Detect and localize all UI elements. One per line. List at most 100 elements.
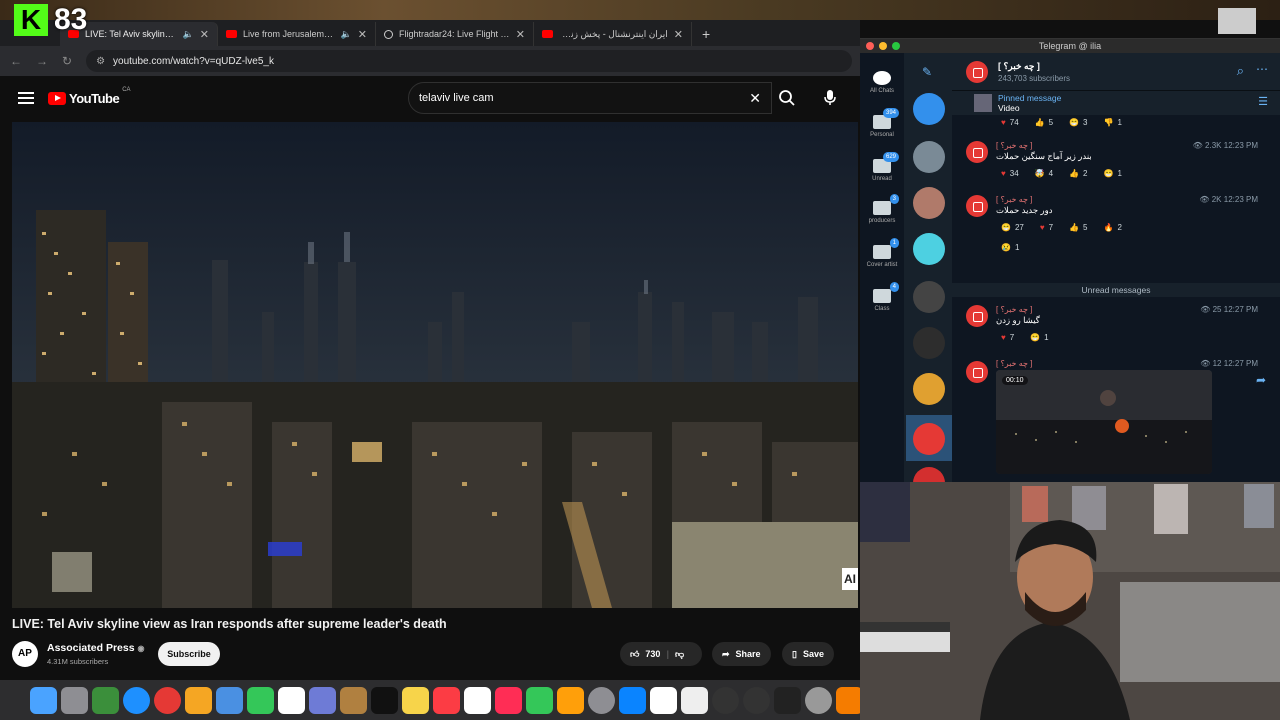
compose-icon[interactable]: ✎ <box>922 65 932 79</box>
reaction[interactable]: ♥ 7 <box>1035 221 1058 235</box>
reaction[interactable]: 🔥 2 <box>1099 221 1127 235</box>
disk-utility-icon[interactable] <box>805 686 832 714</box>
search-input[interactable]: telaviv live cam ✕ <box>408 82 772 114</box>
notes-icon[interactable] <box>402 686 429 714</box>
settings-icon[interactable] <box>588 686 615 714</box>
site-info-icon[interactable]: ⚙ <box>96 56 105 67</box>
reaction[interactable]: ♥ 74 <box>996 116 1024 130</box>
video-message-preview[interactable]: 00:10 <box>996 370 1212 474</box>
share-button[interactable]: ➦ Share <box>712 642 771 666</box>
mail-icon[interactable] <box>216 686 243 714</box>
apple-tv-icon[interactable] <box>371 686 398 714</box>
message[interactable]: [ چه خبر؟ ] بندر زیر آماج سنگین حملات 👁︎… <box>966 141 1266 185</box>
launchpad-icon[interactable] <box>61 686 88 714</box>
pinned-message-bar[interactable]: Pinned message Video ☰ <box>952 91 1280 115</box>
channel-avatar[interactable]: AP <box>12 641 38 667</box>
voice-search-button[interactable] <box>818 86 842 110</box>
folder-all-chats[interactable]: All Chats <box>860 71 904 94</box>
utility-icon[interactable] <box>92 686 119 714</box>
notion-icon[interactable] <box>650 686 677 714</box>
pages-icon[interactable] <box>557 686 584 714</box>
app-store-icon[interactable] <box>619 686 646 714</box>
music-icon[interactable] <box>433 686 460 714</box>
chat-avatar[interactable] <box>913 327 945 359</box>
video-player[interactable]: AI <box>12 122 858 608</box>
forward-icon[interactable]: → <box>36 54 48 68</box>
back-icon[interactable]: ← <box>10 54 22 68</box>
close-icon[interactable]: ✕ <box>200 28 209 41</box>
tab-jerusalem[interactable]: Live from Jerusalem as al 🔈 ✕ <box>218 22 376 46</box>
folder-unread[interactable]: 629 Unread <box>860 152 904 182</box>
reaction[interactable]: 👍 2 <box>1064 167 1092 181</box>
safari-icon[interactable] <box>123 686 150 714</box>
subscribe-button[interactable]: Subscribe <box>158 642 220 666</box>
thumbs-down-icon[interactable]: 👎︎ <box>675 649 684 660</box>
menu-icon[interactable] <box>18 89 34 107</box>
freeform-icon[interactable] <box>309 686 336 714</box>
calendar-icon[interactable] <box>464 686 491 714</box>
close-window-button[interactable] <box>866 42 874 50</box>
save-button[interactable]: ▯ Save <box>782 642 834 666</box>
folder-personal[interactable]: 394 Personal <box>860 108 904 138</box>
forward-icon[interactable]: ➦ <box>1256 373 1266 387</box>
unity-icon[interactable] <box>774 686 801 714</box>
chat-avatar-selected[interactable] <box>913 423 945 455</box>
reaction[interactable]: 😢 1 <box>996 241 1024 255</box>
chat-avatar[interactable] <box>913 373 945 405</box>
network-icon[interactable] <box>712 686 739 714</box>
reaction[interactable]: ♥ 7 <box>996 331 1019 345</box>
chat-header[interactable]: [ چه خبر؟ ] 243,703 subscribers ⌕ ⋯ <box>952 53 1280 91</box>
chrome-icon[interactable] <box>154 686 181 714</box>
folder-cover-artist[interactable]: 1 Cover artist <box>860 238 904 268</box>
close-icon[interactable]: ✕ <box>674 28 683 41</box>
reaction[interactable]: ♥ 34 <box>996 167 1024 181</box>
finder-icon[interactable] <box>30 686 57 714</box>
reaction[interactable]: 👍 5 <box>1030 116 1058 130</box>
minimize-window-button[interactable] <box>879 42 887 50</box>
search-button[interactable] <box>772 82 802 114</box>
chat-avatar[interactable] <box>913 467 945 483</box>
reload-icon[interactable]: ↻ <box>62 54 72 68</box>
chat-avatar[interactable] <box>913 187 945 219</box>
more-icon[interactable]: ⋯ <box>1256 62 1268 76</box>
channel-avatar[interactable] <box>966 61 988 83</box>
channel-name[interactable]: Associated Press ◉ <box>47 642 144 654</box>
chat-avatar[interactable] <box>913 281 945 313</box>
tab-flightradar[interactable]: Flightradar24: Live Flight Tra ✕ <box>376 22 534 46</box>
facetime-icon[interactable] <box>247 686 274 714</box>
message[interactable]: [ چه خبر؟ ] گیشا رو زدن 👁︎ 25 12:27 PM ♥… <box>966 305 1266 349</box>
reaction[interactable]: 🤯 4 <box>1030 167 1058 181</box>
vpn-icon[interactable] <box>743 686 770 714</box>
reaction[interactable]: 👎 1 <box>1099 116 1127 130</box>
news-icon[interactable] <box>495 686 522 714</box>
notion-calendar-icon[interactable] <box>681 686 708 714</box>
reaction[interactable]: 😁 1 <box>1025 331 1053 345</box>
close-icon[interactable]: ✕ <box>516 28 525 41</box>
reaction[interactable]: 👍 5 <box>1064 221 1092 235</box>
folder-class[interactable]: 4 Class <box>860 282 904 312</box>
folder-producers[interactable]: 3 producers <box>860 194 904 224</box>
chat-avatar[interactable] <box>913 93 945 125</box>
chat-avatar[interactable] <box>913 233 945 265</box>
new-tab-button[interactable]: + <box>692 22 720 46</box>
tab-iran-international[interactable]: ایران اینترنشنال - پخش زنده - ube ✕ <box>534 22 692 46</box>
like-count[interactable]: 730 <box>645 649 660 659</box>
speaker-icon[interactable]: 🔈 <box>183 29 194 40</box>
search-icon[interactable]: ⌕ <box>1237 63 1244 79</box>
close-icon[interactable]: ✕ <box>358 28 367 41</box>
reminders-icon[interactable] <box>278 686 305 714</box>
garageband-icon[interactable] <box>836 686 863 714</box>
reaction[interactable]: 😁 3 <box>1064 116 1092 130</box>
youtube-logo[interactable]: YouTube CA <box>48 87 131 106</box>
url-bar[interactable]: ⚙ youtube.com/watch?v=qUDZ-lve5_k <box>86 50 852 72</box>
zoom-window-button[interactable] <box>892 42 900 50</box>
clear-search-icon[interactable]: ✕ <box>749 90 761 107</box>
photos-icon[interactable] <box>185 686 212 714</box>
message[interactable]: [ چه خبر؟ ] دور جدید حملات 👁︎ 2K 12:23 P… <box>966 195 1266 265</box>
thumbs-up-icon[interactable]: 👍︎ <box>630 649 639 660</box>
reaction[interactable]: 😁 27 <box>996 221 1029 235</box>
chat-avatar[interactable] <box>913 141 945 173</box>
archive-icon[interactable] <box>340 686 367 714</box>
speaker-icon[interactable]: 🔈 <box>341 29 352 40</box>
numbers-icon[interactable] <box>526 686 553 714</box>
